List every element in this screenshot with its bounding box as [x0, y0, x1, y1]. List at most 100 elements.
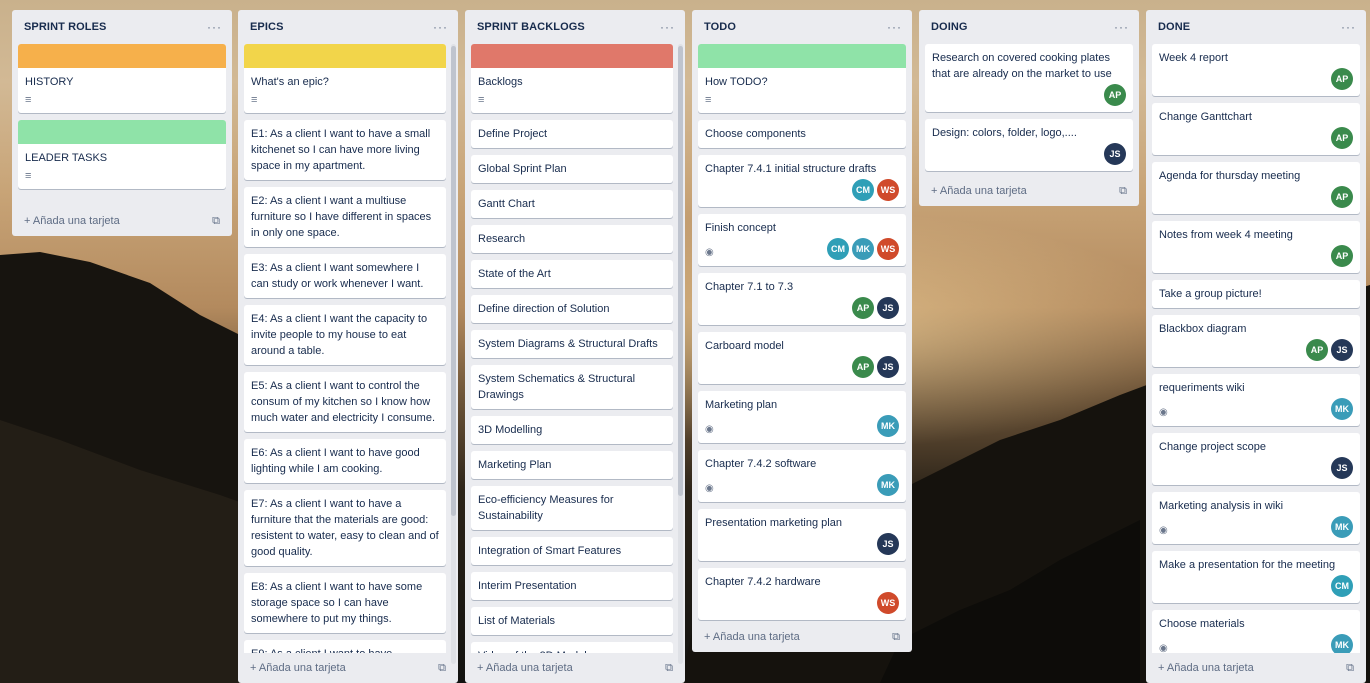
avatar-cm[interactable]: CM	[1331, 575, 1353, 597]
card[interactable]: Finish concept ◉ CM MK WS	[698, 214, 906, 266]
card[interactable]: Presentation marketing plan JS	[698, 509, 906, 561]
card[interactable]: Change project scope JS	[1152, 433, 1360, 485]
avatar-ap[interactable]: AP	[852, 297, 874, 319]
avatar-mk[interactable]: MK	[877, 415, 899, 437]
avatar-ap[interactable]: AP	[1104, 84, 1126, 106]
card[interactable]: System Diagrams & Structural Drafts	[471, 330, 673, 358]
card[interactable]: Marketing analysis in wiki ◉ MK	[1152, 492, 1360, 544]
list-title[interactable]: EPICS	[250, 21, 284, 33]
card[interactable]: Research on covered cooking plates that …	[925, 44, 1133, 112]
avatar-js[interactable]: JS	[1331, 457, 1353, 479]
card[interactable]: Marketing plan ◉ MK	[698, 391, 906, 443]
list-title[interactable]: TODO	[704, 21, 736, 33]
avatar-js[interactable]: JS	[877, 356, 899, 378]
card[interactable]: Blackbox diagram AP JS	[1152, 315, 1360, 367]
card[interactable]: 3D Modelling	[471, 416, 673, 444]
avatar-js[interactable]: JS	[1331, 339, 1353, 361]
list-menu-ellipsis-icon[interactable]: ···	[433, 20, 448, 34]
card-template-icon[interactable]: ⧉	[1119, 185, 1127, 198]
card[interactable]: E5: As a client I want to control the co…	[244, 372, 446, 432]
scrollbar-thumb[interactable]	[678, 46, 683, 496]
card[interactable]: Integration of Smart Features	[471, 537, 673, 565]
list-menu-ellipsis-icon[interactable]: ···	[1341, 20, 1356, 34]
list-scrollbar[interactable]	[678, 44, 683, 664]
card[interactable]: Backlogs ≡	[471, 44, 673, 113]
avatar-cm[interactable]: CM	[852, 179, 874, 201]
card-template-icon[interactable]: ⧉	[892, 631, 900, 644]
card[interactable]: HISTORY ≡	[18, 44, 226, 113]
avatar-mk[interactable]: MK	[1331, 516, 1353, 538]
add-card-button[interactable]: + Añada una tarjeta	[477, 662, 573, 674]
card[interactable]: What's an epic? ≡	[244, 44, 446, 113]
card[interactable]: E7: As a client I want to have a furnitu…	[244, 490, 446, 566]
card[interactable]: Research	[471, 225, 673, 253]
add-card-button[interactable]: + Añada una tarjeta	[1158, 662, 1254, 674]
avatar-ws[interactable]: WS	[877, 238, 899, 260]
card[interactable]: Design: colors, folder, logo,.... JS	[925, 119, 1133, 171]
avatar-ws[interactable]: WS	[877, 179, 899, 201]
add-card-button[interactable]: + Añada una tarjeta	[931, 185, 1027, 197]
card[interactable]: Define direction of Solution	[471, 295, 673, 323]
avatar-ap[interactable]: AP	[1331, 127, 1353, 149]
card[interactable]: E2: As a client I want a multiuse furnit…	[244, 187, 446, 247]
card[interactable]: Define Project	[471, 120, 673, 148]
card[interactable]: Interim Presentation	[471, 572, 673, 600]
avatar-js[interactable]: JS	[1104, 143, 1126, 165]
card[interactable]: Video of the 3D Model	[471, 642, 673, 653]
card[interactable]: Choose materials ◉ MK	[1152, 610, 1360, 653]
avatar-ap[interactable]: AP	[1306, 339, 1328, 361]
avatar-ws[interactable]: WS	[877, 592, 899, 614]
add-card-button[interactable]: + Añada una tarjeta	[24, 215, 120, 227]
card[interactable]: E3: As a client I want somewhere I can s…	[244, 254, 446, 298]
list-title[interactable]: DONE	[1158, 21, 1190, 33]
card[interactable]: Gantt Chart	[471, 190, 673, 218]
avatar-ap[interactable]: AP	[852, 356, 874, 378]
card[interactable]: Chapter 7.4.1 initial structure drafts CM…	[698, 155, 906, 207]
card[interactable]: Make a presentation for the meeting CM	[1152, 551, 1360, 603]
avatar-mk[interactable]: MK	[852, 238, 874, 260]
avatar-mk[interactable]: MK	[1331, 398, 1353, 420]
card-template-icon[interactable]: ⧉	[212, 215, 220, 228]
card[interactable]: Week 4 report AP	[1152, 44, 1360, 96]
avatar-ap[interactable]: AP	[1331, 245, 1353, 267]
card[interactable]: Chapter 7.1 to 7.3 AP JS	[698, 273, 906, 325]
card[interactable]: E6: As a client I want to have good ligh…	[244, 439, 446, 483]
list-scrollbar[interactable]	[451, 44, 456, 664]
avatar-mk[interactable]: MK	[877, 474, 899, 496]
card[interactable]: Carboard model AP JS	[698, 332, 906, 384]
add-card-button[interactable]: + Añada una tarjeta	[704, 631, 800, 643]
card[interactable]: State of the Art	[471, 260, 673, 288]
card[interactable]: System Schematics & Structural Drawings	[471, 365, 673, 409]
list-menu-ellipsis-icon[interactable]: ···	[660, 20, 675, 34]
avatar-ap[interactable]: AP	[1331, 186, 1353, 208]
card[interactable]: E4: As a client I want the capacity to i…	[244, 305, 446, 365]
avatar-js[interactable]: JS	[877, 297, 899, 319]
list-title[interactable]: SPRINT ROLES	[24, 21, 107, 33]
card[interactable]: List of Materials	[471, 607, 673, 635]
avatar-js[interactable]: JS	[877, 533, 899, 555]
list-menu-ellipsis-icon[interactable]: ···	[887, 20, 902, 34]
scrollbar-thumb[interactable]	[451, 46, 456, 516]
card[interactable]: E1: As a client I want to have a small k…	[244, 120, 446, 180]
card-template-icon[interactable]: ⧉	[438, 662, 446, 675]
card[interactable]: Eco-efficiency Measures for Sustainabili…	[471, 486, 673, 530]
list-menu-ellipsis-icon[interactable]: ···	[1114, 20, 1129, 34]
card[interactable]: Chapter 7.4.2 software ◉ MK	[698, 450, 906, 502]
avatar-ap[interactable]: AP	[1331, 68, 1353, 90]
card[interactable]: Take a group picture!	[1152, 280, 1360, 308]
card-template-icon[interactable]: ⧉	[665, 662, 673, 675]
avatar-cm[interactable]: CM	[827, 238, 849, 260]
list-title[interactable]: SPRINT BACKLOGS	[477, 21, 585, 33]
card[interactable]: Notes from week 4 meeting AP	[1152, 221, 1360, 273]
card-template-icon[interactable]: ⧉	[1346, 662, 1354, 675]
card[interactable]: Global Sprint Plan	[471, 155, 673, 183]
card[interactable]: E9: As a client I want to have ...	[244, 640, 446, 653]
card[interactable]: How TODO? ≡	[698, 44, 906, 113]
card[interactable]: E8: As a client I want to have some stor…	[244, 573, 446, 633]
card[interactable]: Chapter 7.4.2 hardware WS	[698, 568, 906, 620]
list-title[interactable]: DOING	[931, 21, 968, 33]
card[interactable]: Choose components	[698, 120, 906, 148]
card[interactable]: requeriments wiki ◉ MK	[1152, 374, 1360, 426]
card[interactable]: LEADER TASKS ≡	[18, 120, 226, 189]
card[interactable]: Change Ganttchart AP	[1152, 103, 1360, 155]
